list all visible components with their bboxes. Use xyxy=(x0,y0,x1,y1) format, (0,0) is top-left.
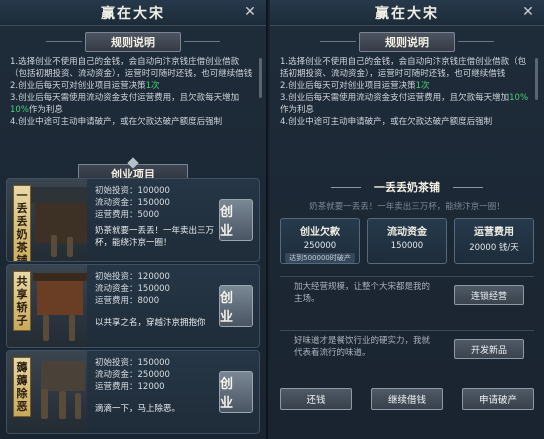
bottom-actions: 还钱 继续借钱 申请破产 xyxy=(280,388,534,410)
project-card-shared-sedan: 共享轿子 初始投资：120000 流动资金：150000 运营费用：8000 以… xyxy=(6,264,260,348)
page-title: 赢在大宋 xyxy=(375,5,439,22)
project-image: 共享轿子 xyxy=(7,265,87,347)
start-business-button[interactable]: 创业 xyxy=(219,199,253,241)
action-chain-row: 加大经营规模，让整个大宋都是我的主场。 连锁经营 xyxy=(280,276,534,318)
chain-business-button[interactable]: 连锁经营 xyxy=(454,285,524,305)
project-description: 奶茶就要一丢丢！一年卖出三万杯，能绕汴京一圈！ xyxy=(95,226,215,248)
shop-slogan: 奶茶就要一丢丢！一年卖出三万杯，能绕汴京一圈！ xyxy=(309,202,505,212)
project-description: 滴滴一下，马上除恶。 xyxy=(95,404,181,414)
project-tag: 薅薅除恶 xyxy=(13,357,31,417)
operating-cost: 运营费用：12000 xyxy=(95,382,165,392)
operating-cost: 运营费用：8000 xyxy=(95,296,160,306)
project-card-milk-tea: 一丢丢奶茶铺 初始投资：100000 流动资金：150000 运营费用：5000… xyxy=(6,178,260,262)
page-title: 赢在大宋 xyxy=(101,5,165,22)
title-bar: 赢在大宋 ✕ xyxy=(270,0,544,26)
project-card-eliminate-evil: 薅薅除恶 初始投资：150000 流动资金：250000 运营费用：12000 … xyxy=(6,350,260,434)
stat-operating-cost: 运营费用 20000 钱/天 xyxy=(454,218,534,264)
declare-bankruptcy-button[interactable]: 申请破产 xyxy=(462,388,534,410)
initial-investment: 初始投资：100000 xyxy=(95,186,170,196)
rules-text: 1.选择创业不使用自己的金钱，会自动向汴京钱庄借创业借款（包括初期投资、流动资金… xyxy=(0,56,266,148)
stat-debt: 创业欠款 250000 达到500000时破产 xyxy=(280,218,360,264)
project-image: 一丢丢奶茶铺 xyxy=(7,179,87,261)
shop-name: 一丢丢奶茶铺 xyxy=(331,176,483,198)
start-business-button[interactable]: 创业 xyxy=(219,285,253,327)
close-icon[interactable]: ✕ xyxy=(242,4,258,20)
working-capital: 流动资金：250000 xyxy=(95,370,170,380)
action-description: 好味道才是餐饮行业的硬实力，我就代表着流行的味道。 xyxy=(294,336,431,358)
working-capital: 流动资金：150000 xyxy=(95,284,170,294)
rules-text: 1.选择创业不使用自己的金钱，会自动向汴京钱庄借创业借款（包括初期投资、流动资金… xyxy=(270,56,544,152)
project-detail-panel: 赢在大宋 ✕ 规则说明 1.选择创业不使用自己的金钱，会自动向汴京钱庄借创业借款… xyxy=(270,0,544,439)
project-tag: 共享轿子 xyxy=(13,271,31,331)
project-tag: 一丢丢奶茶铺 xyxy=(13,185,31,261)
borrow-more-button[interactable]: 继续借钱 xyxy=(371,388,443,410)
repay-button[interactable]: 还钱 xyxy=(280,388,352,410)
initial-investment: 初始投资：150000 xyxy=(95,358,170,368)
rules-header: 规则说明 xyxy=(320,32,494,52)
bankruptcy-threshold: 达到500000时破产 xyxy=(285,253,355,263)
stats-row: 创业欠款 250000 达到500000时破产 流动资金 150000 运营费用… xyxy=(280,218,534,264)
start-business-button[interactable]: 创业 xyxy=(219,371,253,413)
operating-cost: 运营费用：5000 xyxy=(95,210,160,220)
rules-scrollbar[interactable] xyxy=(535,58,538,100)
initial-investment: 初始投资：120000 xyxy=(95,272,170,282)
action-description: 加大经营规模，让整个大宋都是我的主场。 xyxy=(294,282,431,304)
project-image: 薅薅除恶 xyxy=(7,351,87,433)
action-new-product-row: 好味道才是餐饮行业的硬实力，我就代表着流行的味道。 开发新品 xyxy=(280,330,534,372)
working-capital: 流动资金：150000 xyxy=(95,198,170,208)
title-bar: 赢在大宋 ✕ xyxy=(0,0,266,26)
stat-working-capital: 流动资金 150000 xyxy=(367,218,447,264)
close-icon[interactable]: ✕ xyxy=(520,4,536,20)
project-list-panel: 赢在大宋 ✕ 规则说明 1.选择创业不使用自己的金钱，会自动向汴京钱庄借创业借款… xyxy=(0,0,268,439)
project-description: 以共享之名，穿越汴京拥抱你 xyxy=(95,318,206,328)
develop-product-button[interactable]: 开发新品 xyxy=(454,339,524,359)
rules-header: 规则说明 xyxy=(46,32,220,52)
rules-scrollbar[interactable] xyxy=(259,58,262,98)
